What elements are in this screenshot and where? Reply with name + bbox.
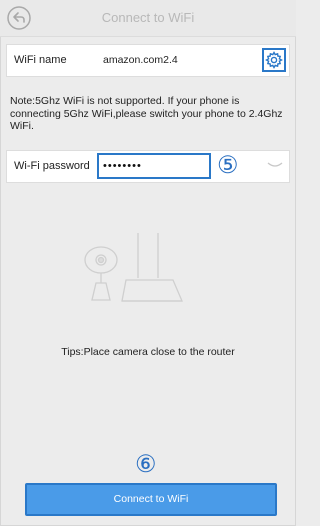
wifi-note: Note:5Ghz WiFi is not supported. If your…	[10, 95, 283, 132]
wifi-name-row: WiFi name amazon.com2.4	[6, 44, 290, 77]
camera-router-illustration	[84, 233, 183, 302]
connect-to-wifi-button[interactable]: Connect to WiFi	[25, 483, 277, 516]
wifi-name-label: WiFi name	[14, 54, 67, 66]
wifi-password-input[interactable]: ••••••••	[97, 153, 211, 179]
page-title: Connect to WiFi	[101, 10, 195, 25]
wifi-settings-button[interactable]	[262, 48, 286, 72]
wifi-password-label: Wi-Fi password	[14, 160, 90, 172]
chevron-down-icon[interactable]	[267, 159, 283, 171]
step-6-marker: ⑥	[135, 451, 157, 478]
top-bar: Connect to WiFi	[0, 0, 296, 37]
step-5-marker: ⑤	[217, 152, 239, 179]
wifi-name-value: amazon.com2.4	[103, 54, 178, 66]
wifi-password-row: Wi-Fi password •••••••• ⑤	[6, 150, 290, 183]
gear-icon	[265, 51, 283, 69]
tips-text: Tips:Place camera close to the router	[61, 346, 235, 358]
